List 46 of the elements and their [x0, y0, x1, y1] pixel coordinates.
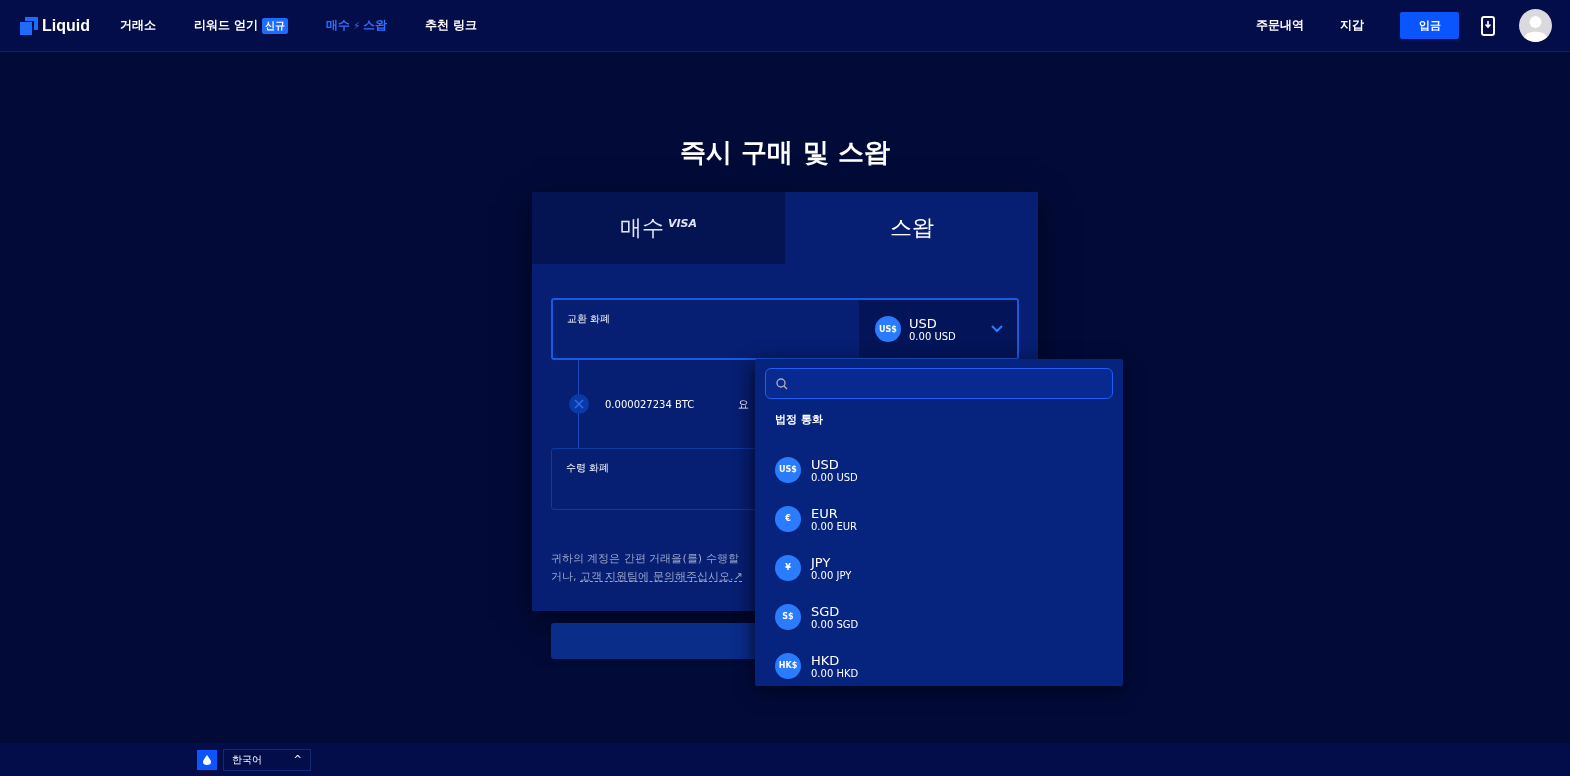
chevron-down-icon: [991, 325, 1003, 333]
mobile-app-icon[interactable]: [1481, 15, 1495, 36]
tab[interactable]: 매수 $^{VISA}$: [532, 192, 785, 264]
rate-text: 요: [738, 396, 750, 412]
currency-balance: 0.00 EUR: [811, 520, 858, 532]
currency-select[interactable]: US$ USD 0.00 USD: [859, 300, 1017, 358]
nav-link[interactable]: 주문내역: [1256, 17, 1304, 34]
currency-icon: ¥: [775, 554, 801, 581]
nav-link[interactable]: 리워드 얻기 신규: [194, 17, 289, 34]
search-icon: [776, 377, 788, 390]
deposit-button[interactable]: 입금: [1400, 12, 1459, 39]
tab[interactable]: 스왑: [785, 192, 1038, 264]
currency-balance: 0.00 HKD: [811, 667, 859, 679]
support-link[interactable]: 고객 지원팀에 문의해주십시오.↗: [580, 570, 743, 583]
exchange-rate: 0.000027234 BTC: [605, 398, 695, 410]
currency-code[interactable]: HKD: [811, 652, 859, 668]
currency-code: USD: [909, 316, 938, 331]
currency-code[interactable]: USD: [811, 456, 858, 472]
currency-icon: S$: [775, 603, 801, 630]
language-select[interactable]: 한국어 ^: [223, 748, 311, 771]
logo-text: Liquid: [42, 16, 90, 35]
page-title: 즉시 구매 및 스왑: [680, 136, 890, 169]
field-label: 교환 화폐: [566, 312, 612, 326]
nav-link[interactable]: 추천 링크: [425, 17, 478, 34]
nav-link[interactable]: 지갑: [1340, 17, 1364, 34]
currency-code[interactable]: EUR: [811, 505, 858, 521]
currency-icon: HK$: [775, 652, 801, 679]
currency-code[interactable]: SGD: [811, 603, 859, 619]
avatar-icon[interactable]: [1519, 9, 1552, 42]
close-icon: [569, 394, 589, 414]
logo-icon: [20, 16, 38, 35]
currency-icon: US$: [775, 456, 801, 483]
nav-link[interactable]: 매수 ⚡ 스왑: [326, 17, 388, 34]
search-field[interactable]: [765, 368, 1113, 399]
currency-balance: 0.00 SGD: [811, 618, 859, 630]
from-currency-field[interactable]: 교환 화폐 US$ USD 0.00 USD: [551, 298, 1019, 360]
currency-icon: US$: [875, 316, 901, 342]
currency-code[interactable]: JPY: [811, 554, 852, 570]
field-label: 수령 화폐: [565, 461, 611, 475]
group-heading: 법정 통화: [775, 412, 824, 427]
currency-balance: 0.00 USD: [909, 331, 956, 342]
currency-icon: €: [775, 505, 801, 532]
nav-link[interactable]: 거래소: [120, 17, 156, 34]
drop-icon: [197, 749, 217, 770]
currency-balance: 0.00 USD: [811, 471, 858, 483]
currency-balance: 0.00 JPY: [811, 569, 852, 581]
